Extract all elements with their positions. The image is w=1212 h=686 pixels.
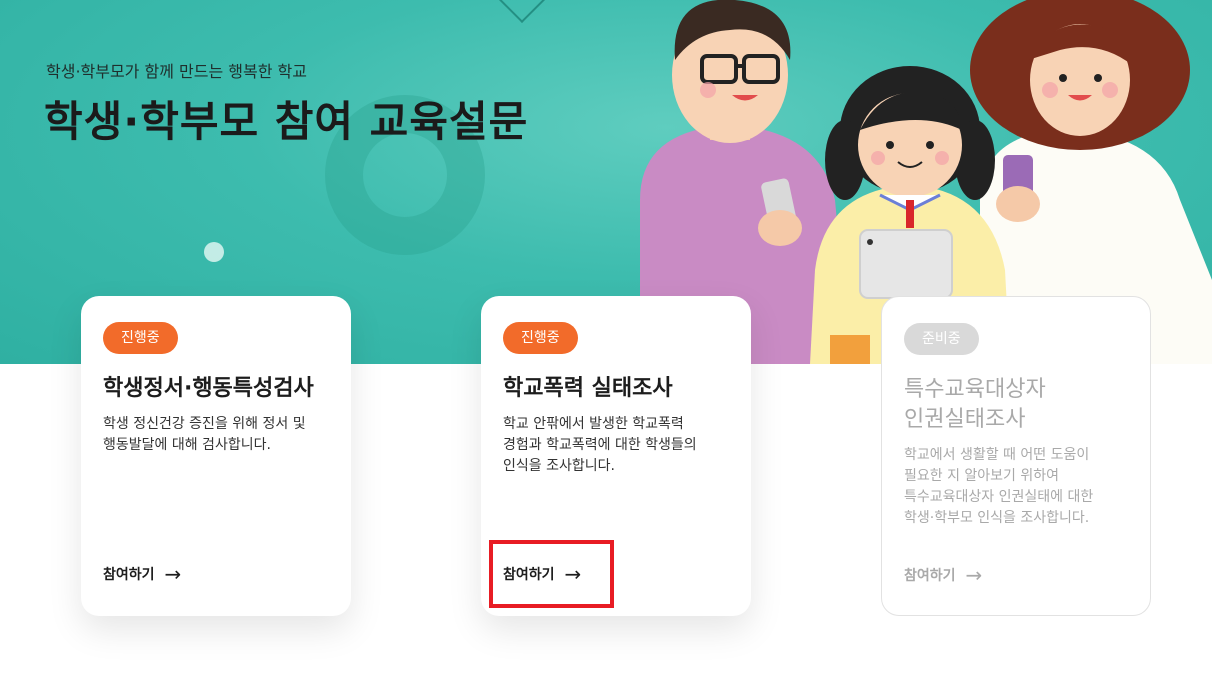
survey-card-school-violence: 진행중 학교폭력 실태조사 학교 안팎에서 발생한 학교폭력 경험과 학교폭력에…: [481, 296, 751, 616]
survey-card-special-education-rights: 준비중 특수교육대상자 인권실태조사 학교에서 생활할 때 어떤 도움이 필요한…: [881, 296, 1151, 616]
join-button-disabled: 참여하기 →: [904, 563, 982, 587]
join-label: 참여하기: [103, 567, 155, 583]
join-label: 참여하기: [503, 567, 555, 583]
page-title: 학생·학부모 참여 교육설문: [44, 97, 529, 146]
arrow-right-icon: →: [965, 563, 983, 587]
survey-card-emotional-behavior: 진행중 학생정서·행동특성검사 학생 정신건강 증진을 위해 정서 및 행동발달…: [81, 296, 351, 616]
card-description: 학생 정신건강 증진을 위해 정서 및 행동발달에 대해 검사합니다.: [103, 416, 306, 453]
card-description: 학교에서 생활할 때 어떤 도움이 필요한 지 알아보기 위하여 특수교육대상자…: [904, 447, 1094, 526]
card-title: 학교폭력 실태조사: [503, 376, 673, 401]
decorative-dot: [204, 242, 224, 262]
card-title: 학생정서·행동특성검사: [103, 376, 314, 401]
join-button[interactable]: 참여하기 →: [503, 562, 581, 586]
card-title: 특수교육대상자 인권실태조사: [904, 377, 1046, 432]
status-badge: 진행중: [103, 322, 178, 354]
card-description: 학교 안팎에서 발생한 학교폭력 경험과 학교폭력에 대한 학생들의 인식을 조…: [503, 416, 697, 474]
arrow-right-icon: →: [164, 562, 182, 586]
status-badge: 진행중: [503, 322, 578, 354]
join-button[interactable]: 참여하기 →: [103, 562, 181, 586]
status-badge: 준비중: [904, 323, 979, 355]
chevron-down-icon: [497, 0, 547, 24]
arrow-right-icon: →: [564, 562, 582, 586]
join-label: 참여하기: [904, 568, 956, 584]
hero-subtitle: 학생·학부모가 함께 만드는 행복한 학교: [46, 62, 307, 81]
